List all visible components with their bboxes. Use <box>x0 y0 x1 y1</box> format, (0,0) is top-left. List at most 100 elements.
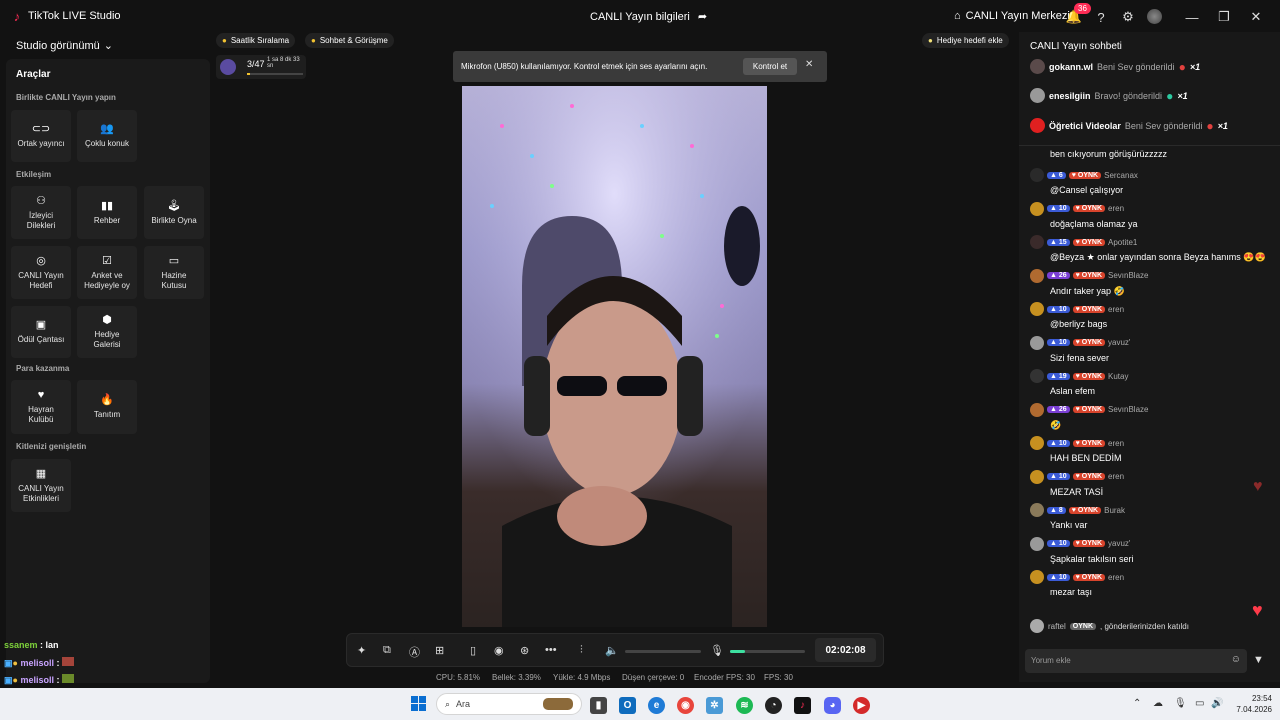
hourly-ranking-button[interactable]: ● Saatlik Sıralama <box>216 33 296 48</box>
chat-user[interactable]: eren <box>1108 439 1124 448</box>
effects-icon[interactable]: ⧉ <box>383 644 391 657</box>
tool-multiguest[interactable]: 👥 Çoklu konuk <box>77 110 137 162</box>
avatar[interactable] <box>1030 302 1044 316</box>
ranking-progress-card[interactable]: 3/47 1 sa 8 dk 33 sn <box>216 55 306 79</box>
avatar[interactable] <box>1030 436 1044 450</box>
level-badge: ▲ 26 <box>1047 272 1070 279</box>
avatar[interactable] <box>1030 570 1044 584</box>
tool-poll[interactable]: ☑ Anket ve Hediyeyle oy <box>77 246 137 299</box>
ai-icon[interactable]: Ⓐ <box>409 644 420 660</box>
phone-icon[interactable]: ▯ <box>470 644 476 657</box>
stat-cpu: CPU: 5.81% <box>436 673 481 682</box>
avatar[interactable] <box>1030 201 1044 216</box>
mic-icon[interactable]: 🎙 <box>710 644 724 657</box>
chat-user[interactable]: eren <box>1108 305 1124 314</box>
target-icon: ◎ <box>36 254 46 267</box>
avatar[interactable] <box>1030 235 1044 249</box>
tool-play-together[interactable]: 🕹 Birlikte Oyna <box>144 186 204 239</box>
file-explorer-icon[interactable]: ▮ <box>590 697 607 714</box>
tool-guide[interactable]: ▮▮ Rehber <box>77 186 137 239</box>
gift-goal-button[interactable]: ● Hediye hedefi ekle <box>922 33 1009 48</box>
studio-view-dropdown[interactable]: Studio görünümü ⌄ <box>16 39 113 53</box>
avatar[interactable] <box>1030 335 1044 350</box>
speaker-icon[interactable]: 🔈 <box>605 644 619 657</box>
speaker-tray-icon[interactable]: 🔊 <box>1211 698 1223 709</box>
chrome-icon[interactable]: ◉ <box>677 697 694 714</box>
monitor-icon[interactable]: ▭ <box>1195 698 1204 709</box>
outlook-icon[interactable]: O <box>619 697 636 714</box>
filter-icon[interactable]: ▼ <box>1253 654 1264 666</box>
chevron-up-icon[interactable]: ⌃ <box>1133 698 1141 709</box>
tiktok-studio-icon[interactable]: ♪ <box>794 697 811 714</box>
volume-slider[interactable] <box>625 650 701 653</box>
tool-gift-gallery[interactable]: ⬢ Hediye Galerisi <box>77 306 137 358</box>
cloud-icon[interactable]: ☁ <box>1153 698 1163 709</box>
record-icon[interactable]: ◉ <box>494 644 504 657</box>
live-info-button[interactable]: CANLI Yayın bilgileri ➦ <box>590 10 707 24</box>
tool-reward-bag[interactable]: ▣ Ödül Çantası <box>11 306 71 358</box>
edge-icon[interactable]: e <box>648 697 665 714</box>
avatar[interactable] <box>1030 268 1044 283</box>
tool-live-events[interactable]: ▦ CANLI Yayın Etkinlikleri <box>11 459 71 512</box>
chat-user[interactable]: eren <box>1108 573 1124 582</box>
chat-text: doğaçlama olamaz ya <box>1050 218 1138 229</box>
spotify-icon[interactable]: ≋ <box>736 697 753 714</box>
more-icon[interactable]: ••• <box>545 644 557 656</box>
level-badge: ▲ 10 <box>1047 540 1070 547</box>
chat-user[interactable]: yavuz' <box>1108 539 1130 548</box>
tool-live-goal[interactable]: ◎ CANLI Yayın Hedefi <box>11 246 71 299</box>
discord-icon[interactable]: ◕ <box>824 697 841 714</box>
chat-user[interactable]: SevınBlaze <box>1108 405 1148 414</box>
gift-text: Beni Sev gönderildi <box>1097 61 1175 72</box>
taskbar-search[interactable]: ⌕ Ara <box>436 693 582 715</box>
chat-user[interactable]: Apotite1 <box>1108 238 1137 247</box>
tool-label: Birlikte Oyna <box>151 215 197 225</box>
gear-icon[interactable]: ⚙ <box>1118 8 1138 26</box>
obs-icon[interactable]: ◔ <box>765 697 782 714</box>
help-icon[interactable]: ? <box>1091 8 1111 26</box>
tool-treasure[interactable]: ▭ Hazine Kutusu <box>144 246 204 299</box>
chat-user[interactable]: Sercanax <box>1104 171 1138 180</box>
tool-promotion[interactable]: 🔥 Tanıtım <box>77 380 137 434</box>
chat-user[interactable]: eren <box>1108 472 1124 481</box>
clock[interactable]: 23:54 7.04.2026 <box>1228 693 1272 715</box>
notification-badge: 36 <box>1074 3 1091 14</box>
avatar[interactable] <box>1147 9 1162 24</box>
avatar[interactable] <box>1030 168 1044 182</box>
live-center-button[interactable]: ⌂ CANLI Yayın Merkezi <box>954 10 1070 22</box>
avatar[interactable] <box>1030 369 1044 383</box>
avatar[interactable] <box>1030 469 1044 484</box>
chat-text: Sizi fena sever <box>1050 352 1110 363</box>
chat-user[interactable]: yavuz' <box>1108 338 1130 347</box>
comment-input[interactable]: Yorum ekle ☺ <box>1025 649 1247 673</box>
check-button[interactable]: Kontrol et <box>743 58 797 75</box>
media-player-icon[interactable]: ▶ <box>853 697 870 714</box>
avatar[interactable] <box>1030 503 1044 517</box>
chat-user[interactable]: eren <box>1108 204 1124 213</box>
windows-start-icon[interactable] <box>411 696 427 712</box>
tool-label: CANLI Yayın Etkinlikleri <box>18 483 64 503</box>
minimize-icon[interactable]: — <box>1182 8 1202 26</box>
mic-level-slider[interactable] <box>730 650 805 653</box>
close-icon[interactable]: ✕ <box>1246 8 1266 26</box>
chat-user[interactable]: Burak <box>1104 506 1125 515</box>
chat-user[interactable]: SevınBlaze <box>1108 271 1148 280</box>
magic-wand-icon[interactable]: ✦ <box>357 644 366 657</box>
title-bar: ♪ TikTok LIVE Studio CANLI Yayın bilgile… <box>0 0 1280 32</box>
avatar[interactable] <box>1030 402 1044 417</box>
chat-call-label: Sohbet & Görüşme <box>319 36 388 45</box>
add-source-icon[interactable]: ⊞ <box>435 644 444 657</box>
network-app-icon[interactable]: ✲ <box>706 697 723 714</box>
tool-viewer-wishes[interactable]: ⚇ İzleyici Dilekleri <box>11 186 71 239</box>
tool-cohost[interactable]: ⊂⊃ Ortak yayıncı <box>11 110 71 162</box>
chat-call-button[interactable]: ● Sohbet & Görüşme <box>305 33 394 48</box>
chat-user[interactable]: Kutay <box>1108 372 1128 381</box>
sliders-icon[interactable]: ⫶ <box>580 644 583 657</box>
camera-icon[interactable]: ⊛ <box>520 644 529 657</box>
tool-fan-club[interactable]: ♥ Hayran Kulübü <box>11 380 71 434</box>
emoji-icon[interactable]: ☺ <box>1231 654 1241 665</box>
restore-icon[interactable]: ❐ <box>1214 8 1234 26</box>
close-icon[interactable]: ✕ <box>805 59 813 70</box>
mic-tray-icon[interactable]: 🎙 <box>1174 698 1187 709</box>
avatar[interactable] <box>1030 536 1044 551</box>
